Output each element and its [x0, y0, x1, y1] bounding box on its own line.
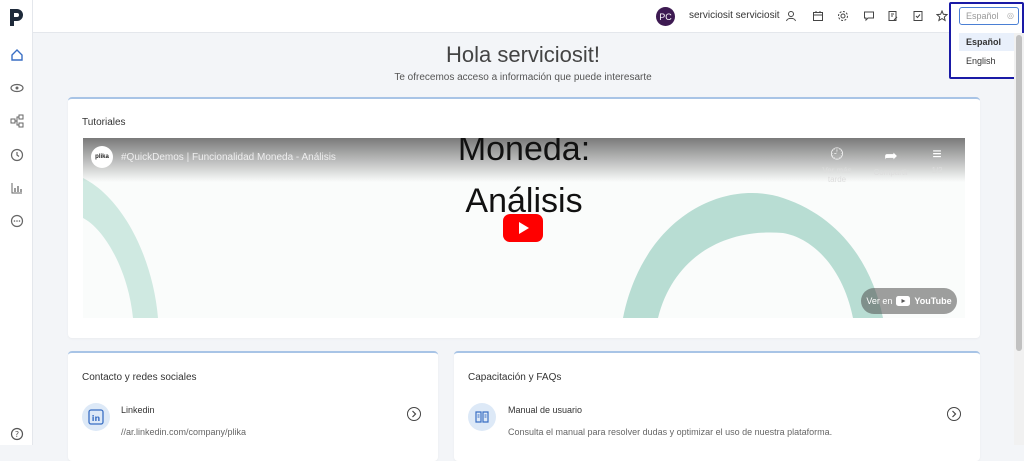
- clock-icon[interactable]: [7, 145, 26, 164]
- watch-on-label: Ver en: [866, 296, 893, 306]
- messages-icon[interactable]: [861, 8, 877, 24]
- training-title: Capacitación y FAQs: [468, 372, 562, 383]
- hierarchy-icon[interactable]: [7, 111, 26, 130]
- page-title: Hola serviciosit!: [445, 42, 601, 67]
- video-heading-line1: Moneda:: [457, 138, 591, 168]
- help-icon[interactable]: ?: [7, 424, 26, 443]
- language-select[interactable]: Español ◎: [959, 7, 1019, 25]
- svg-text:?: ?: [14, 430, 18, 439]
- avatar[interactable]: PC: [656, 7, 675, 26]
- page-subtitle: Te ofrecemos acceso a información que pu…: [394, 72, 652, 83]
- page-scrollbar[interactable]: [1014, 33, 1024, 445]
- top-bar: PC serviciosit serviciosit: [33, 0, 1024, 33]
- list-item[interactable]: Manual de usuario Consulta el manual par…: [454, 401, 980, 441]
- chat-icon[interactable]: [7, 211, 26, 230]
- play-button[interactable]: [503, 214, 543, 242]
- linkedin-icon: in: [82, 403, 110, 431]
- user-icon[interactable]: [783, 8, 799, 24]
- contact-item-name: Linkedin: [121, 405, 155, 415]
- clipboard-check-icon[interactable]: [910, 8, 926, 24]
- book-icon: [468, 403, 496, 431]
- svg-text:in: in: [92, 414, 101, 423]
- star-icon[interactable]: [934, 8, 950, 24]
- task-edit-icon[interactable]: [885, 8, 901, 24]
- training-item-desc: Consulta el manual para resolver dudas y…: [508, 427, 833, 437]
- plika-logo[interactable]: [6, 6, 28, 28]
- tutorials-title: Tutoriales: [82, 117, 126, 128]
- bar-chart-icon[interactable]: [7, 178, 26, 197]
- watch-on-youtube-button[interactable]: Ver en YouTube: [861, 288, 957, 314]
- contact-item-desc: //ar.linkedin.com/company/plika: [121, 427, 247, 437]
- calendar-icon[interactable]: [810, 8, 826, 24]
- list-item[interactable]: in Linkedin //ar.linkedin.com/company/pl…: [68, 401, 438, 441]
- youtube-icon: [896, 296, 911, 306]
- globe-icon: ◎: [1007, 11, 1014, 20]
- chevron-right-icon[interactable]: [407, 407, 421, 421]
- language-select-value: Español: [966, 11, 999, 21]
- chevron-right-icon[interactable]: [947, 407, 961, 421]
- play-icon: [519, 222, 529, 234]
- youtube-label: YouTube: [914, 296, 952, 306]
- gear-icon[interactable]: [835, 8, 851, 24]
- video-player[interactable]: plika #QuickDemos | Funcionalidad Moneda…: [83, 138, 965, 318]
- username[interactable]: serviciosit serviciosit: [689, 10, 780, 21]
- contact-title: Contacto y redes sociales: [82, 372, 197, 383]
- training-item-name: Manual de usuario: [508, 405, 583, 415]
